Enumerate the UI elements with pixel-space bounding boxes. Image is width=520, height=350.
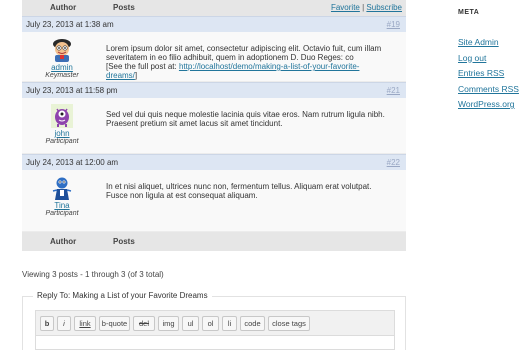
list-item: Comments RSS [458,83,519,99]
topic-actions: Favorite | Subscribe [331,3,402,12]
close-tags-button[interactable]: close tags [268,316,310,331]
post-author: Tina Participant [22,176,102,218]
img-button[interactable]: img [158,316,179,331]
author-role: Participant [45,138,79,145]
favorite-link[interactable]: Favorite [331,3,360,12]
post-text: In et nisi aliquet, ultrices nunc non, f… [106,182,372,200]
cartoon-man-avatar-icon[interactable] [51,38,73,62]
purple-monster-avatar-icon[interactable] [51,104,73,128]
bold-button[interactable]: b [40,316,54,331]
comments-rss-link[interactable]: Comments RSS [458,84,519,94]
reply-legend: Reply To: Making a List of your Favorite… [33,291,212,300]
post-body: admin Keymaster Lorem ipsum dolor sit am… [22,32,406,82]
post-link-suffix: ] [134,71,138,80]
widget-title: META [458,9,480,16]
post-link-prefix: [See the full post at: [106,62,179,71]
list-item: Site Admin [458,36,519,52]
author-name-link[interactable]: admin [22,63,102,72]
li-button[interactable]: li [222,316,237,331]
link-button[interactable]: link [74,316,96,331]
del-button[interactable]: del [133,316,155,331]
list-item: WordPress.org [458,98,519,114]
reply-editor: b i link b-quote del img ul ol li code c… [35,310,395,350]
author-column-footer: Author [50,237,77,246]
post-meta-row: July 23, 2013 at 1:38 am #19 [22,16,406,32]
post-meta-row: July 23, 2013 at 11:58 pm #21 [22,82,406,98]
post-content: Sed vel dui quis neque molestie lacinia … [106,110,386,128]
site-admin-link[interactable]: Site Admin [458,37,499,47]
actions-separator: | [362,3,365,12]
pagination-count: Viewing 3 posts - 1 through 3 (of 3 tota… [22,270,164,279]
post-date: July 24, 2013 at 12:00 am [26,158,119,167]
blockquote-button[interactable]: b-quote [99,316,130,331]
italic-button[interactable]: i [57,316,71,331]
posts-column-footer: Posts [113,237,135,246]
blue-character-avatar-icon[interactable] [51,176,73,200]
author-name-link[interactable]: Tina [22,201,102,210]
post-date: July 23, 2013 at 1:38 am [26,20,114,29]
topic-header-bar: Author Posts Favorite | Subscribe [22,0,406,16]
author-role: Participant [45,210,79,217]
reply-textarea[interactable] [36,335,394,349]
ul-button[interactable]: ul [182,316,199,331]
author-role: Keymaster [45,72,79,79]
post-text: Lorem ipsum dolor sit amet, consectetur … [106,44,382,62]
post-meta-row: July 24, 2013 at 12:00 am #22 [22,154,406,170]
post-permalink[interactable]: #22 [387,158,400,167]
post-body: john Participant Sed vel dui quis neque … [22,98,406,154]
post-text: Sed vel dui quis neque molestie lacinia … [106,110,385,128]
post-content: In et nisi aliquet, ultrices nunc non, f… [106,182,386,200]
forum-topic: Author Posts Favorite | Subscribe July 2… [22,0,406,251]
post-permalink[interactable]: #21 [387,86,400,95]
entries-rss-link[interactable]: Entries RSS [458,68,504,78]
post-permalink[interactable]: #19 [387,20,400,29]
wordpress-org-link[interactable]: WordPress.org [458,99,515,109]
post-content: Lorem ipsum dolor sit amet, consectetur … [106,44,386,80]
log-out-link[interactable]: Log out [458,53,486,63]
reply-form: Reply To: Making a List of your Favorite… [22,291,406,350]
meta-links-list: Site Admin Log out Entries RSS Comments … [458,36,519,114]
post-body: Tina Participant In et nisi aliquet, ult… [22,170,406,232]
topic-footer-bar: Author Posts [22,232,406,251]
author-name-link[interactable]: john [22,129,102,138]
code-button[interactable]: code [240,316,265,331]
subscribe-link[interactable]: Subscribe [366,3,402,12]
post-author: admin Keymaster [22,38,102,80]
list-item: Entries RSS [458,67,519,83]
posts-column-header: Posts [113,3,135,12]
author-column-header: Author [50,3,77,12]
ol-button[interactable]: ol [202,316,219,331]
post-author: john Participant [22,104,102,146]
list-item: Log out [458,52,519,68]
post-date: July 23, 2013 at 11:58 pm [26,86,118,95]
